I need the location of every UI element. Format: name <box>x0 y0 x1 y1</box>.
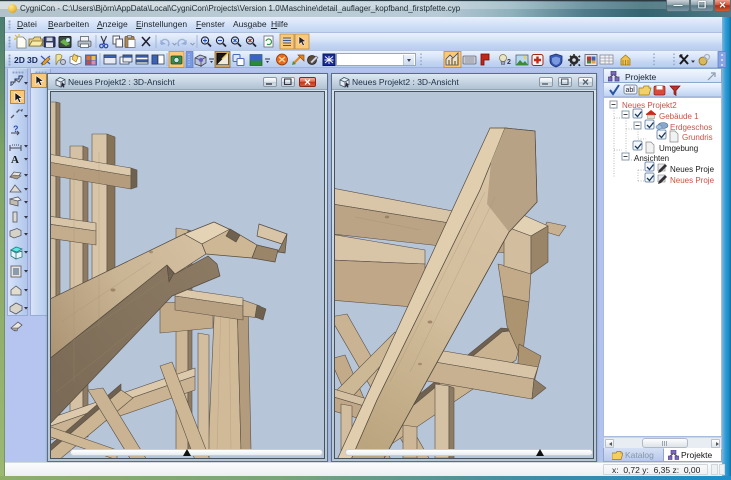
svg-text:Neues Projekt2: Neues Projekt2 <box>622 101 677 110</box>
svg-text:Neues Proje: Neues Proje <box>670 176 715 185</box>
svg-text:3D: 3D <box>27 55 38 65</box>
svg-text:2D: 2D <box>14 55 25 65</box>
svg-text:Grundris: Grundris <box>682 133 713 142</box>
svg-text:Umgebung: Umgebung <box>659 144 698 153</box>
svg-text:Neues Proje: Neues Proje <box>670 165 715 174</box>
svg-text:Ansichten: Ansichten <box>634 154 669 163</box>
svg-text:A: A <box>11 154 19 166</box>
svg-text:Erdgeschos: Erdgeschos <box>670 123 712 132</box>
svg-text:2: 2 <box>507 59 511 66</box>
svg-text:Gebäude 1: Gebäude 1 <box>659 112 699 121</box>
svg-text:abl: abl <box>626 87 636 94</box>
